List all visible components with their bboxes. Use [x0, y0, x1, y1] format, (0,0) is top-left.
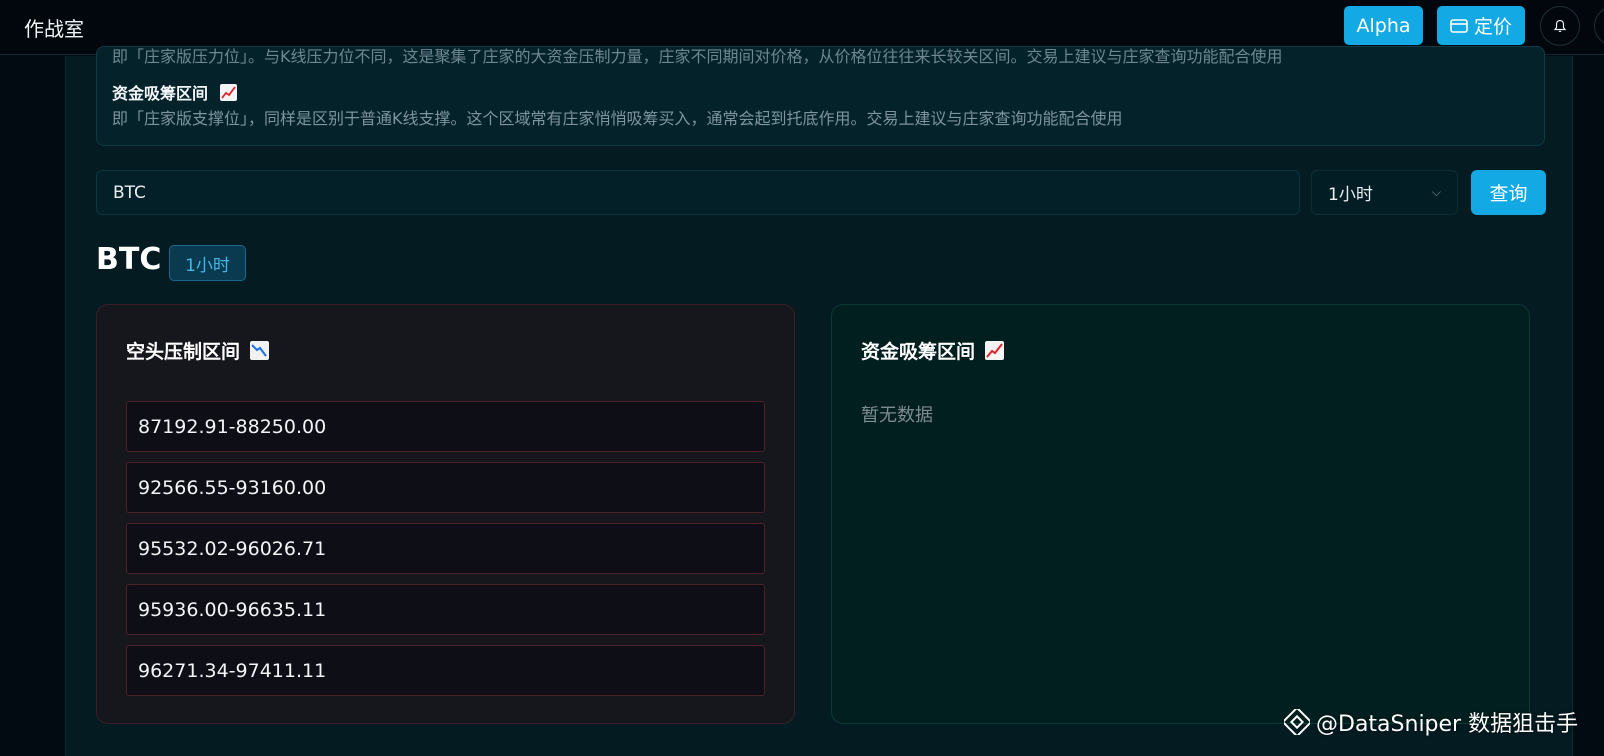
interval-select[interactable]: 1小时 ⌵	[1311, 170, 1458, 215]
watermark-handle: @DataSniper 数据狙击手	[1316, 712, 1579, 737]
alpha-button[interactable]: Alpha	[1344, 6, 1423, 45]
short-panel-heading: 空头压制区间	[126, 337, 270, 364]
chart-decreasing-icon	[250, 341, 270, 360]
chart-increasing-icon	[219, 84, 237, 101]
notification-button[interactable]	[1540, 6, 1580, 46]
chevron-down-icon: ⌵	[1431, 185, 1441, 199]
result-interval-badge: 1小时	[169, 245, 246, 281]
info-absorb-heading: 资金吸筹区间	[112, 80, 237, 104]
info-absorb-title: 资金吸筹区间	[112, 84, 209, 103]
short-panel-title: 空头压制区间	[126, 341, 241, 363]
info-pressure-text: 即「庄家版压力位」。与K线压力位不同，这是聚集了庄家的大资金压制力量，庄家不同期…	[112, 47, 1283, 66]
bell-icon	[1553, 19, 1567, 32]
chart-increasing-icon	[985, 341, 1005, 360]
short-zone-item: 92566.55-93160.00	[126, 462, 765, 513]
short-zone-list: 87192.91-88250.00 92566.55-93160.00 9553…	[126, 401, 765, 706]
capital-absorb-panel: 资金吸筹区间 暂无数据	[831, 304, 1530, 724]
app-title: 作战室	[24, 17, 84, 41]
short-pressure-panel: 空头压制区间 87192.91-88250.00 92566.55-93160.…	[96, 304, 795, 724]
interval-select-value: 1小时	[1328, 185, 1373, 205]
pricing-label: 定价	[1473, 16, 1512, 38]
user-avatar-button[interactable]	[1594, 6, 1604, 46]
watermark: @DataSniper 数据狙击手	[1284, 706, 1578, 738]
short-zone-item: 95532.02-96026.71	[126, 523, 765, 574]
query-button[interactable]: 查询	[1471, 170, 1546, 215]
zone-info-box: 即「庄家版压力位」。与K线压力位不同，这是聚集了庄家的大资金压制力量，庄家不同期…	[96, 46, 1545, 146]
short-zone-item: 95936.00-96635.11	[126, 584, 765, 635]
empty-state-text: 暂无数据	[861, 405, 933, 426]
pricing-button[interactable]: 定价	[1437, 6, 1525, 45]
short-zone-item: 87192.91-88250.00	[126, 401, 765, 452]
absorb-panel-heading: 资金吸筹区间	[861, 337, 1005, 364]
binance-logo-icon	[1284, 709, 1310, 735]
symbol-search-input[interactable]	[96, 170, 1300, 215]
absorb-panel-title: 资金吸筹区间	[861, 341, 976, 363]
short-zone-item: 96271.34-97411.11	[126, 645, 765, 696]
main-content: 即「庄家版压力位」。与K线压力位不同，这是聚集了庄家的大资金压制力量，庄家不同期…	[65, 46, 1573, 756]
info-absorb-description: 即「庄家版支撑位」，同样是区别于普通K线支撑。这个区域常有庄家悄悄吸筹买入，通常…	[112, 109, 1123, 128]
result-symbol-title: BTC	[96, 242, 162, 277]
card-icon	[1450, 18, 1468, 33]
